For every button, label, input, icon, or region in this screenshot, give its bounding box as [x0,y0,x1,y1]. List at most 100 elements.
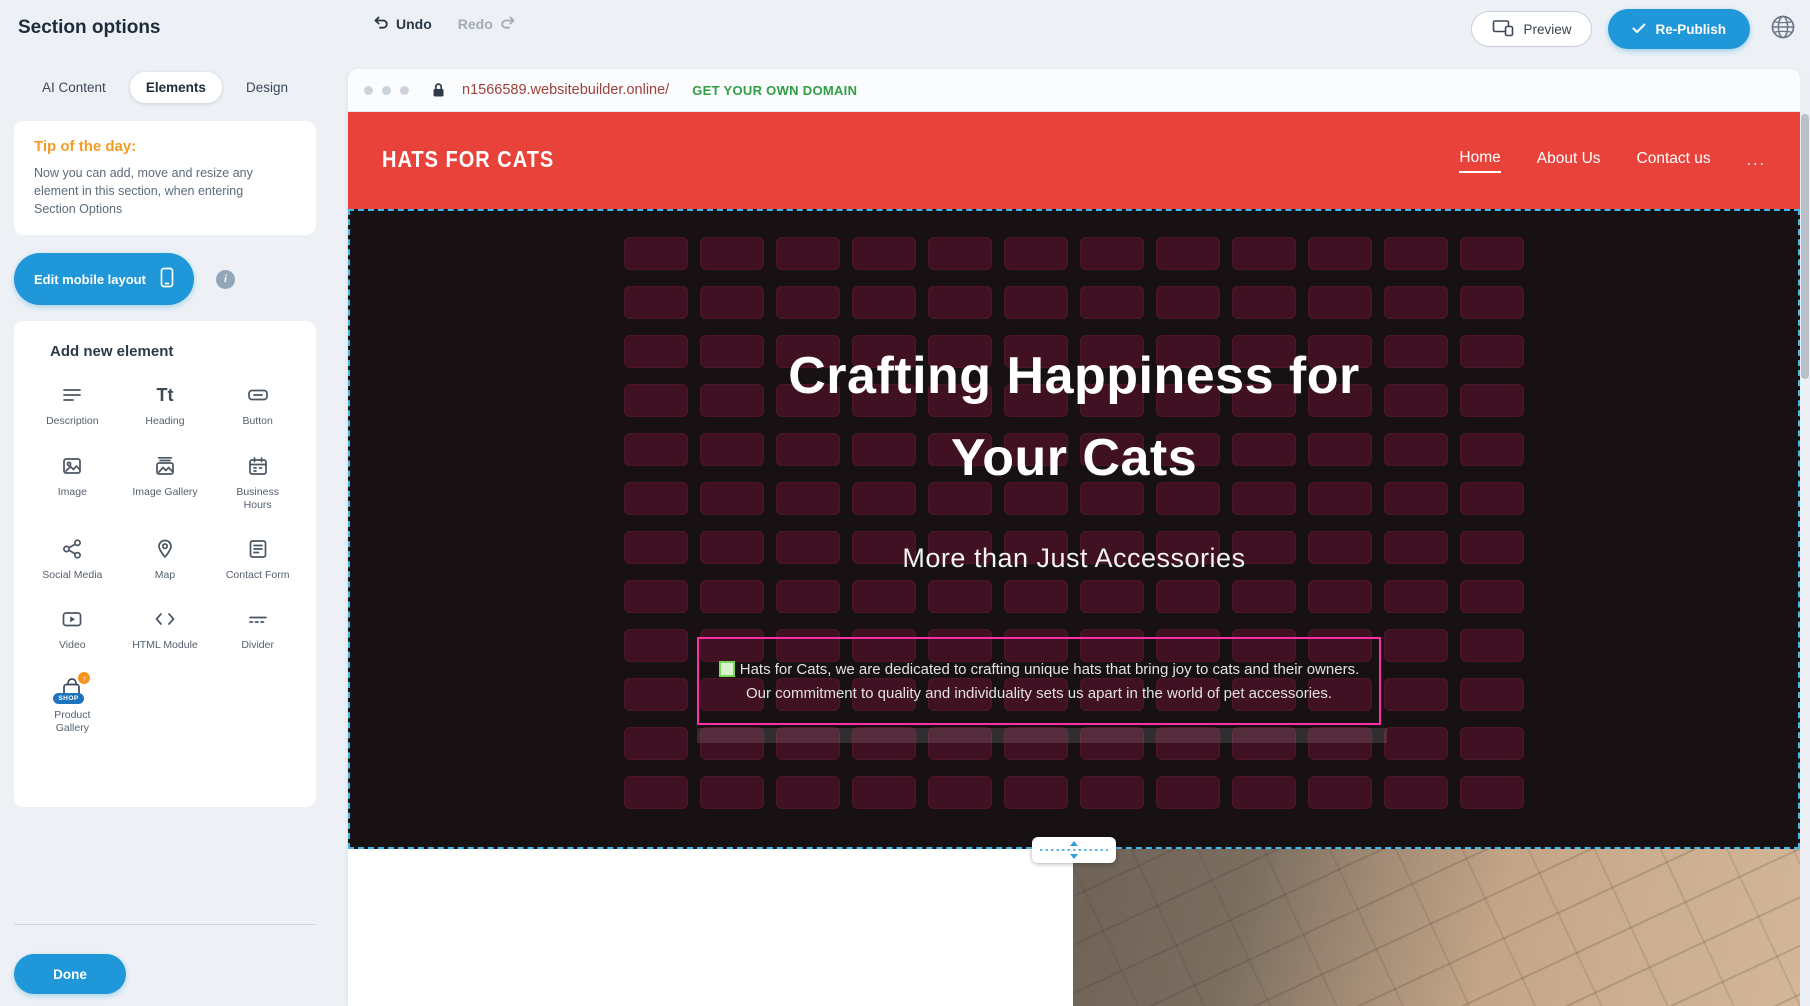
hero-tile [928,580,992,613]
divider-icon [247,606,269,632]
browser-chrome-bar: n1566589.websitebuilder.online/ GET YOUR… [348,69,1800,112]
product-gallery-icon: SHOP ↑ [55,676,89,702]
redo-button[interactable]: Redo [458,15,517,33]
nav-contact-us[interactable]: Contact us [1637,150,1711,172]
hero-tile [776,286,840,319]
element-button[interactable]: Button [211,382,304,428]
lock-icon [432,82,445,98]
element-drag-handle[interactable] [719,661,735,677]
hero-tile [1080,286,1144,319]
hero-tile [1384,727,1448,760]
element-label: Map [155,569,175,582]
element-label: Social Media [42,569,102,582]
hero-tile [852,237,916,270]
hero-tile [1004,237,1068,270]
element-image-gallery[interactable]: Image Gallery [119,453,212,512]
check-icon [1632,22,1646,37]
hero-tile [1460,384,1524,417]
hero-tile [1308,237,1372,270]
phone-icon [160,267,174,291]
element-heading[interactable]: Tt Heading [119,382,212,428]
element-business-hours[interactable]: Business Hours [211,453,304,512]
site-logo[interactable]: Hats for Cats [382,147,554,173]
get-domain-link[interactable]: GET YOUR OWN DOMAIN [692,83,857,98]
nav-about-us[interactable]: About Us [1537,150,1601,172]
element-label: Image [58,486,87,499]
tab-ai-content[interactable]: AI Content [26,72,122,103]
element-contact-form[interactable]: Contact Form [211,536,304,582]
hero-section-selected[interactable]: Crafting Happiness for Your Cats More th… [348,209,1800,849]
element-video[interactable]: Video [26,606,119,652]
element-label: Description [46,415,99,428]
element-label: Heading [145,415,184,428]
heading-icon: Tt [156,382,173,408]
element-map[interactable]: Map [119,536,212,582]
tab-elements[interactable]: Elements [130,72,222,103]
republish-button[interactable]: Re-Publish [1608,9,1750,49]
tab-design[interactable]: Design [230,72,304,103]
edit-mobile-label: Edit mobile layout [34,272,146,287]
hero-subheading[interactable]: More than Just Accessories [350,541,1798,575]
site-url[interactable]: n1566589.websitebuilder.online/ [462,82,669,98]
hero-tile [776,580,840,613]
hero-tile [928,237,992,270]
section-resize-handle[interactable] [1032,837,1116,863]
site-nav: Home About Us Contact us ... [1459,149,1766,173]
hero-tile [1156,237,1220,270]
hero-tile [852,776,916,809]
hero-tile [1384,580,1448,613]
window-dot [364,86,373,95]
hero-tile [624,629,688,662]
site-preview-window: n1566589.websitebuilder.online/ GET YOUR… [348,69,1800,1006]
element-description[interactable]: Description [26,382,119,428]
done-button[interactable]: Done [14,954,126,994]
element-html-module[interactable]: HTML Module [119,606,212,652]
nav-home[interactable]: Home [1459,149,1500,173]
hero-paragraph-selected[interactable]: Hats for Cats, we are dedicated to craft… [697,637,1381,725]
scrollbar-thumb[interactable] [1801,114,1809,379]
globe-icon [1769,13,1797,46]
contact-form-icon [247,536,269,562]
hero-tile [1156,776,1220,809]
hero-tile [1384,237,1448,270]
element-grid: Description Tt Heading Button Image [26,382,304,735]
hero-heading[interactable]: Crafting Happiness for Your Cats [734,335,1414,499]
image-gallery-icon [154,453,176,479]
hero-tile [1080,776,1144,809]
hero-tile [624,433,688,466]
nav-more-button[interactable]: ... [1747,152,1766,170]
element-image[interactable]: Image [26,453,119,512]
hero-tile [1460,776,1524,809]
edit-mobile-layout-button[interactable]: Edit mobile layout [14,253,194,305]
add-element-title: Add new element [50,343,304,360]
hero-tile [1384,629,1448,662]
hero-tile [1460,433,1524,466]
social-media-icon [61,536,83,562]
info-icon[interactable]: i [216,270,235,289]
element-label: Contact Form [226,569,290,582]
preview-button[interactable]: Preview [1471,11,1592,47]
tip-body: Now you can add, move and resize any ele… [34,164,282,218]
hero-tile [1460,727,1524,760]
shop-badge: SHOP [53,693,83,704]
hero-tile [624,335,688,368]
hero-tile [624,776,688,809]
mobile-layout-row: Edit mobile layout i [14,253,316,305]
hero-tile [1232,776,1296,809]
next-section-preview[interactable] [348,849,1800,1006]
element-divider[interactable]: Divider [211,606,304,652]
topbar: Section options Undo Redo Preview Re-P [0,0,1810,58]
hero-tile [852,580,916,613]
element-social-media[interactable]: Social Media [26,536,119,582]
image-icon [61,453,83,479]
hero-tile [1156,580,1220,613]
canvas-scrollbar [1800,69,1810,1006]
preview-label: Preview [1523,22,1571,37]
hero-tile [700,776,764,809]
hero-paragraph-text: Hats for Cats, we are dedicated to craft… [707,658,1371,706]
description-icon [61,382,83,408]
sidebar-divider [14,924,316,925]
element-product-gallery[interactable]: SHOP ↑ Product Gallery [26,676,119,735]
language-button[interactable] [1766,12,1800,46]
undo-button[interactable]: Undo [372,15,432,33]
